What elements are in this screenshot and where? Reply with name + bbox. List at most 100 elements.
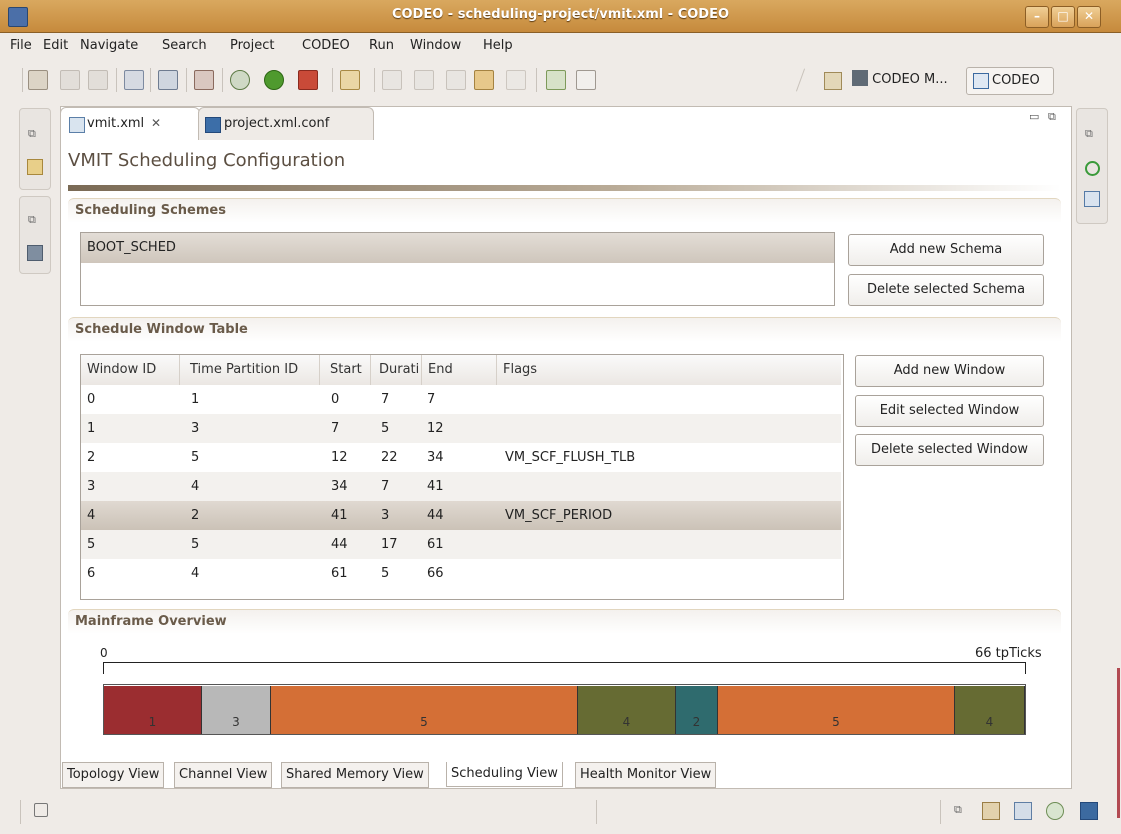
menu-edit[interactable]: Edit xyxy=(43,38,68,53)
tab-health-monitor-view[interactable]: Health Monitor View xyxy=(575,762,717,788)
binary-icon[interactable] xyxy=(124,70,144,90)
tab-vmit-xml[interactable]: vmit.xml ✕ xyxy=(60,107,200,140)
column-start[interactable]: Start xyxy=(320,355,371,385)
next-annotation-icon[interactable] xyxy=(382,70,402,90)
restore-icon[interactable]: ⧉ xyxy=(28,127,36,141)
tasks-icon[interactable] xyxy=(1014,802,1032,820)
save-icon[interactable] xyxy=(60,70,80,90)
tab-project-xml-conf[interactable]: project.xml.conf xyxy=(198,107,374,140)
close-icon[interactable]: ✕ xyxy=(1077,6,1101,28)
package-explorer-icon[interactable] xyxy=(27,159,43,175)
console-icon[interactable] xyxy=(1046,802,1064,820)
minimize-editor-icon[interactable]: ▭ xyxy=(1029,110,1039,123)
column-duration[interactable]: Durati xyxy=(371,355,422,385)
xml-icon[interactable] xyxy=(546,70,566,90)
menu-file[interactable]: File xyxy=(10,38,32,53)
table-row[interactable]: 2 5 12 22 34 VM_SCF_FLUSH_TLB xyxy=(81,443,841,472)
fast-view-icon[interactable] xyxy=(34,803,48,817)
menu-window[interactable]: Window xyxy=(410,38,461,53)
schemes-list[interactable]: BOOT_SCHED xyxy=(80,232,835,306)
table-row[interactable]: 0 1 0 7 7 xyxy=(81,385,841,414)
column-window-id[interactable]: Window ID xyxy=(81,355,180,385)
tab-topology-view[interactable]: Topology View xyxy=(62,762,165,788)
menu-navigate[interactable]: Navigate xyxy=(80,38,138,53)
menu-run[interactable]: Run xyxy=(369,38,394,53)
menu-codeo[interactable]: CODEO xyxy=(302,38,350,53)
perspective-codeo-modeling[interactable]: CODEO M... xyxy=(852,70,948,87)
minimize-icon[interactable]: – xyxy=(1025,6,1049,28)
table-cell: 5 xyxy=(381,421,390,436)
table-cell: 0 xyxy=(331,392,340,407)
palette-icon[interactable] xyxy=(194,70,214,90)
table-cell: 3 xyxy=(381,508,390,523)
mainframe-segment: 2 xyxy=(676,686,718,734)
restore-icon-2[interactable]: ⧉ xyxy=(28,213,36,227)
title-underline xyxy=(68,185,1061,191)
menu-help[interactable]: Help xyxy=(483,38,513,53)
outline-icon[interactable] xyxy=(27,245,43,261)
new-icon[interactable] xyxy=(28,70,48,90)
run-icon[interactable] xyxy=(264,70,284,90)
prev-annotation-icon[interactable] xyxy=(414,70,434,90)
table-cell: 6 xyxy=(87,566,96,581)
tab-channel-view[interactable]: Channel View xyxy=(174,762,273,788)
table-cell: 4 xyxy=(191,479,200,494)
open-perspective-icon[interactable] xyxy=(824,72,842,90)
wand-icon[interactable] xyxy=(340,70,360,90)
problems-icon[interactable] xyxy=(982,802,1000,820)
table-cell: 7 xyxy=(331,421,340,436)
table-cell: 5 xyxy=(381,566,390,581)
edit-window-button[interactable]: Edit selected Window xyxy=(855,395,1044,427)
column-end[interactable]: End xyxy=(422,355,497,385)
table-row[interactable]: 1 3 7 5 12 xyxy=(81,414,841,443)
mainframe-segment: 1 xyxy=(104,686,202,734)
timeline-axis xyxy=(103,662,1026,663)
restore-icon-3[interactable]: ⧉ xyxy=(1085,127,1093,141)
section-schedule-window-table[interactable]: Schedule Window Table xyxy=(68,317,1061,342)
menu-project[interactable]: Project xyxy=(230,38,274,53)
modeling-icon xyxy=(852,70,868,86)
page-title: VMIT Scheduling Configuration xyxy=(68,150,346,171)
menu-search[interactable]: Search xyxy=(162,38,207,53)
list-item[interactable]: BOOT_SCHED xyxy=(81,233,834,263)
window-table[interactable]: Window ID Time Partition ID Start Durati… xyxy=(80,354,844,600)
column-time-partition-id[interactable]: Time Partition ID xyxy=(180,355,320,385)
table-cell: 12 xyxy=(331,450,348,465)
external-tools-icon[interactable] xyxy=(298,70,318,90)
close-tab-icon[interactable]: ✕ xyxy=(151,116,161,130)
timeline-start-label: 0 xyxy=(100,646,108,660)
section-scheduling-schemes[interactable]: Scheduling Schemes xyxy=(68,198,1061,223)
delete-schema-button[interactable]: Delete selected Schema xyxy=(848,274,1044,306)
table-cell: 0 xyxy=(87,392,96,407)
section-mainframe-overview[interactable]: Mainframe Overview xyxy=(68,609,1061,634)
tab-shared-memory-view[interactable]: Shared Memory View xyxy=(281,762,429,788)
table-row[interactable]: 3 4 34 7 41 xyxy=(81,472,841,501)
back-icon[interactable] xyxy=(474,70,494,90)
hierarchy-icon[interactable] xyxy=(1084,191,1100,207)
table-row[interactable]: 4 2 41 3 44 VM_SCF_PERIOD xyxy=(81,501,841,530)
table-cell: 2 xyxy=(87,450,96,465)
window-title-bar[interactable]: CODEO - scheduling-project/vmit.xml - CO… xyxy=(0,0,1121,33)
maximize-editor-icon[interactable]: ⧉ xyxy=(1048,110,1056,124)
add-schema-button[interactable]: Add new Schema xyxy=(848,234,1044,266)
status-view-icon[interactable] xyxy=(1085,161,1100,176)
maximize-icon[interactable]: □ xyxy=(1051,6,1075,28)
table-cell: 34 xyxy=(331,479,348,494)
tab-scheduling-view[interactable]: Scheduling View xyxy=(446,762,563,787)
delete-window-button[interactable]: Delete selected Window xyxy=(855,434,1044,466)
deploy-icon[interactable] xyxy=(158,70,178,90)
table-row[interactable]: 6 4 61 5 66 xyxy=(81,559,841,588)
restore-trim-icon[interactable]: ⧉ xyxy=(954,803,962,817)
conf-file-icon xyxy=(205,117,221,133)
debug-icon[interactable] xyxy=(230,70,250,90)
expand-icon[interactable] xyxy=(576,70,596,90)
perspective-codeo[interactable]: CODEO xyxy=(966,67,1054,95)
forward-icon[interactable] xyxy=(506,70,526,90)
column-flags[interactable]: Flags xyxy=(497,355,841,385)
print-icon[interactable] xyxy=(88,70,108,90)
table-row[interactable]: 5 5 44 17 61 xyxy=(81,530,841,559)
properties-icon[interactable] xyxy=(1080,802,1098,820)
last-edit-icon[interactable] xyxy=(446,70,466,90)
left-trim-top: ⧉ xyxy=(19,108,51,190)
add-window-button[interactable]: Add new Window xyxy=(855,355,1044,387)
